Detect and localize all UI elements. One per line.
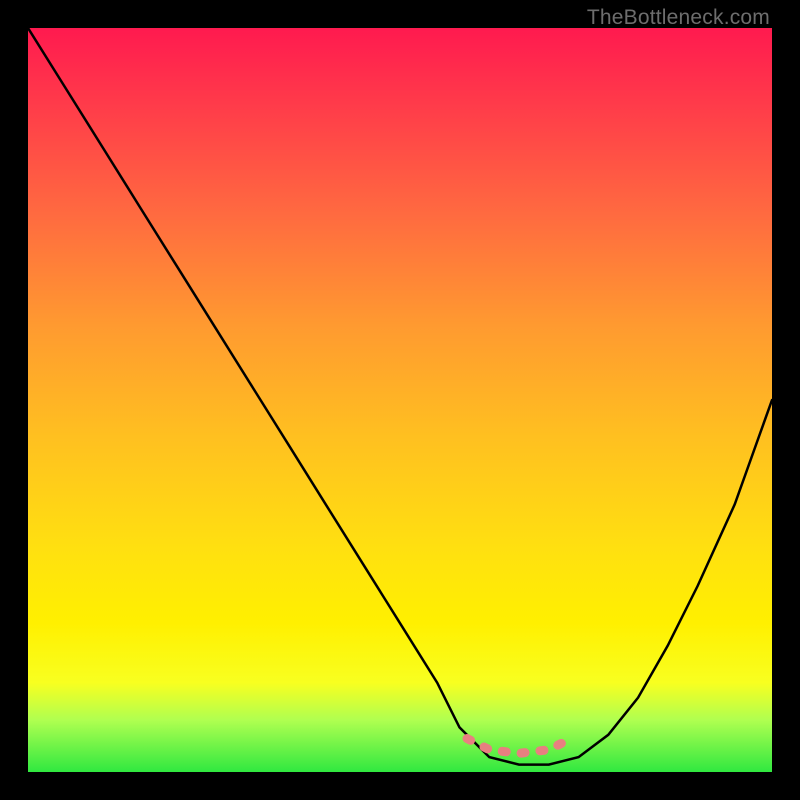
chart-background-gradient: [28, 28, 772, 772]
chart-frame: [28, 28, 772, 772]
watermark-text: TheBottleneck.com: [587, 6, 770, 30]
